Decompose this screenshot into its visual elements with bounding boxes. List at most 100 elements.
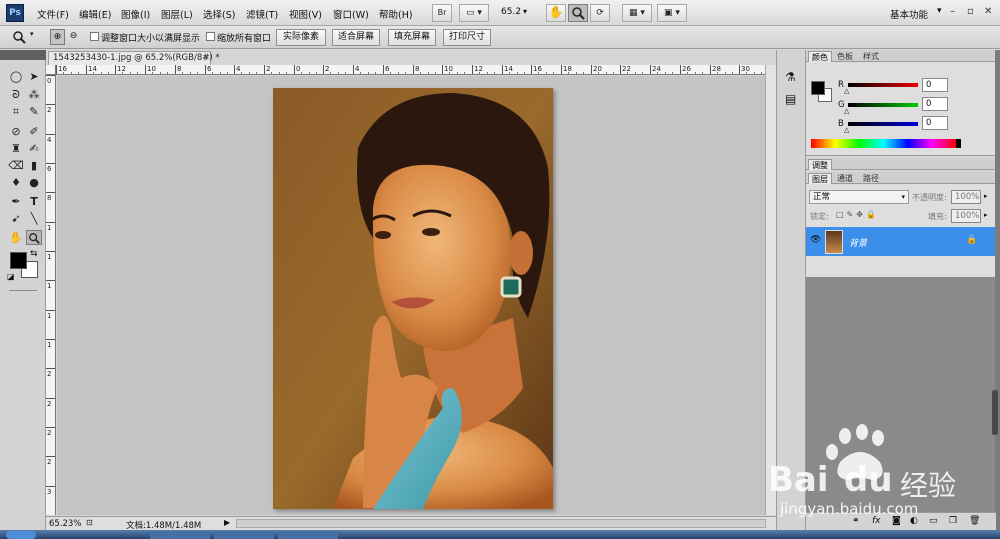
- view-extras-button[interactable]: ▭ ▾: [459, 4, 489, 22]
- blend-mode-select[interactable]: 正常 ▾: [809, 190, 909, 204]
- restore-icon[interactable]: ▫: [967, 6, 974, 17]
- taskbar-item[interactable]: [214, 531, 274, 539]
- workspace-switcher[interactable]: 基本功能: [890, 7, 928, 21]
- zoom-status-field[interactable]: 65.23%: [49, 519, 81, 529]
- status-info-icon[interactable]: ⊡: [86, 518, 93, 527]
- spectrum-black-swatch[interactable]: [956, 139, 961, 148]
- tab-adjustments[interactable]: 调整: [808, 159, 832, 170]
- menu-image[interactable]: 图像(I): [121, 7, 150, 21]
- vertical-scrollbar[interactable]: [765, 65, 776, 515]
- r-slider[interactable]: [848, 83, 918, 87]
- zoom-tool-button[interactable]: [568, 4, 588, 22]
- layer-style-icon[interactable]: fx: [872, 516, 881, 526]
- document-image[interactable]: [273, 88, 553, 509]
- type-tool-icon[interactable]: T: [26, 194, 42, 209]
- print-size-button[interactable]: 打印尺寸: [443, 29, 491, 46]
- menu-view[interactable]: 视图(V): [289, 7, 322, 21]
- g-slider-handle-icon[interactable]: △: [844, 107, 849, 115]
- brush-tool-icon[interactable]: ✐: [26, 124, 42, 139]
- zoom-tool-icon[interactable]: [26, 230, 42, 245]
- menu-layer[interactable]: 图层(L): [161, 7, 193, 21]
- pen-tool-icon[interactable]: ✒: [8, 194, 24, 209]
- opacity-field[interactable]: 100%: [951, 190, 981, 204]
- tab-color[interactable]: 颜色: [808, 51, 832, 62]
- vertical-ruler[interactable]: 0 2 4 6 8 1 1 1 1 1 2 2 2 2 3: [46, 75, 56, 515]
- gradient-tool-icon[interactable]: ▮: [26, 158, 42, 173]
- layer-visibility-eye-icon[interactable]: 👁: [810, 235, 821, 245]
- history-brush-icon[interactable]: ✍: [26, 141, 42, 156]
- bridge-button[interactable]: Br: [432, 4, 452, 22]
- lock-icons[interactable]: □✎✥🔒: [836, 210, 879, 219]
- horizontal-scrollbar[interactable]: [236, 519, 766, 528]
- fill-field[interactable]: 100%: [951, 209, 981, 223]
- layer-name[interactable]: 背景: [849, 236, 867, 249]
- layer-row-background[interactable]: 👁 背景 🔒: [806, 227, 996, 256]
- arrange-documents-button[interactable]: ▦ ▾: [622, 4, 652, 22]
- fill-screen-button[interactable]: 填充屏幕: [388, 29, 436, 46]
- link-layers-icon[interactable]: ⚭: [852, 516, 860, 526]
- status-menu-arrow-icon[interactable]: ▶: [224, 518, 230, 527]
- healing-brush-icon[interactable]: ⊘: [8, 124, 24, 139]
- default-colors-icon[interactable]: ◪: [7, 272, 15, 281]
- tab-channels[interactable]: 通道: [834, 173, 856, 184]
- crop-tool-icon[interactable]: ⌗: [8, 104, 24, 119]
- zoom-all-windows-checkbox[interactable]: [206, 32, 215, 41]
- eraser-tool-icon[interactable]: ⌫: [8, 158, 24, 173]
- tab-styles[interactable]: 样式: [860, 51, 882, 62]
- lasso-tool-icon[interactable]: ᘐ: [8, 87, 24, 102]
- g-slider[interactable]: [848, 103, 918, 107]
- menu-select[interactable]: 选择(S): [203, 7, 235, 21]
- swap-colors-icon[interactable]: ⇆: [30, 249, 38, 259]
- actions-panel-icon[interactable]: ▤: [785, 92, 796, 106]
- opacity-arrow-icon[interactable]: ▸: [984, 192, 988, 200]
- r-value-field[interactable]: 0: [922, 78, 948, 92]
- eyedropper-icon[interactable]: ✎: [26, 104, 42, 119]
- line-tool-icon[interactable]: ╲: [26, 211, 42, 226]
- delete-layer-icon[interactable]: 🗑: [969, 516, 980, 526]
- g-value-field[interactable]: 0: [922, 97, 948, 111]
- zoom-level-field[interactable]: 65.2: [501, 7, 521, 17]
- marquee-tool-icon[interactable]: ◯: [8, 69, 24, 84]
- start-button[interactable]: [6, 531, 36, 539]
- toolbox-header[interactable]: [0, 50, 46, 60]
- move-tool-icon[interactable]: ➤: [26, 69, 42, 84]
- zoom-dropdown-arrow-icon[interactable]: ▾: [523, 7, 527, 16]
- path-selection-icon[interactable]: ➹: [8, 211, 24, 226]
- history-panel-icon[interactable]: ⚗: [785, 70, 796, 84]
- rotate-view-button[interactable]: ⟳: [590, 4, 610, 22]
- taskbar-item[interactable]: [150, 531, 210, 539]
- color-spectrum-bar[interactable]: [811, 139, 956, 148]
- zoom-out-mode-button[interactable]: ⊖: [66, 29, 81, 45]
- blur-tool-icon[interactable]: ♦: [8, 175, 24, 190]
- menu-file[interactable]: 文件(F): [37, 7, 69, 21]
- tab-swatches[interactable]: 色板: [834, 51, 856, 62]
- layer-mask-icon[interactable]: ◙: [892, 516, 901, 526]
- close-icon[interactable]: ✕: [984, 6, 992, 17]
- document-close-icon[interactable]: ✕: [203, 53, 210, 62]
- dodge-tool-icon[interactable]: ●: [26, 175, 42, 190]
- group-folder-icon[interactable]: ▭: [929, 516, 938, 526]
- magic-wand-icon[interactable]: ⁂: [26, 87, 42, 102]
- resize-windows-checkbox[interactable]: [90, 32, 99, 41]
- zoom-in-mode-button[interactable]: ⊕: [50, 29, 65, 45]
- b-value-field[interactable]: 0: [922, 116, 948, 130]
- ruler-origin[interactable]: [46, 65, 56, 75]
- fill-arrow-icon[interactable]: ▸: [984, 211, 988, 219]
- horizontal-ruler[interactable]: 16 14 12 10 8 6 4 2 0 2 4 6 8 10 12 14 16 18 20 22 24 26 28 30: [56, 65, 769, 75]
- tab-layers[interactable]: 图层: [808, 173, 832, 184]
- taskbar-item[interactable]: [278, 531, 338, 539]
- screen-mode-button[interactable]: ▣ ▾: [657, 4, 687, 22]
- hand-tool-icon[interactable]: ✋: [8, 230, 24, 245]
- hand-tool-button[interactable]: ✋: [546, 4, 566, 22]
- menu-window[interactable]: 窗口(W): [333, 7, 369, 21]
- dock-edge-handle[interactable]: [992, 390, 998, 435]
- new-layer-icon[interactable]: ❐: [949, 516, 957, 526]
- clone-stamp-icon[interactable]: ♜: [8, 141, 24, 156]
- workspace-dropdown-icon[interactable]: ▾: [937, 6, 942, 16]
- minimize-icon[interactable]: –: [950, 6, 955, 17]
- adjustment-layer-icon[interactable]: ◐: [910, 516, 918, 526]
- document-tab[interactable]: 1543253430-1.jpg @ 65.2%(RGB/8#) *: [48, 51, 220, 65]
- menu-filter[interactable]: 滤镜(T): [246, 7, 278, 21]
- menu-help[interactable]: 帮助(H): [379, 7, 413, 21]
- r-slider-handle-icon[interactable]: △: [844, 87, 849, 95]
